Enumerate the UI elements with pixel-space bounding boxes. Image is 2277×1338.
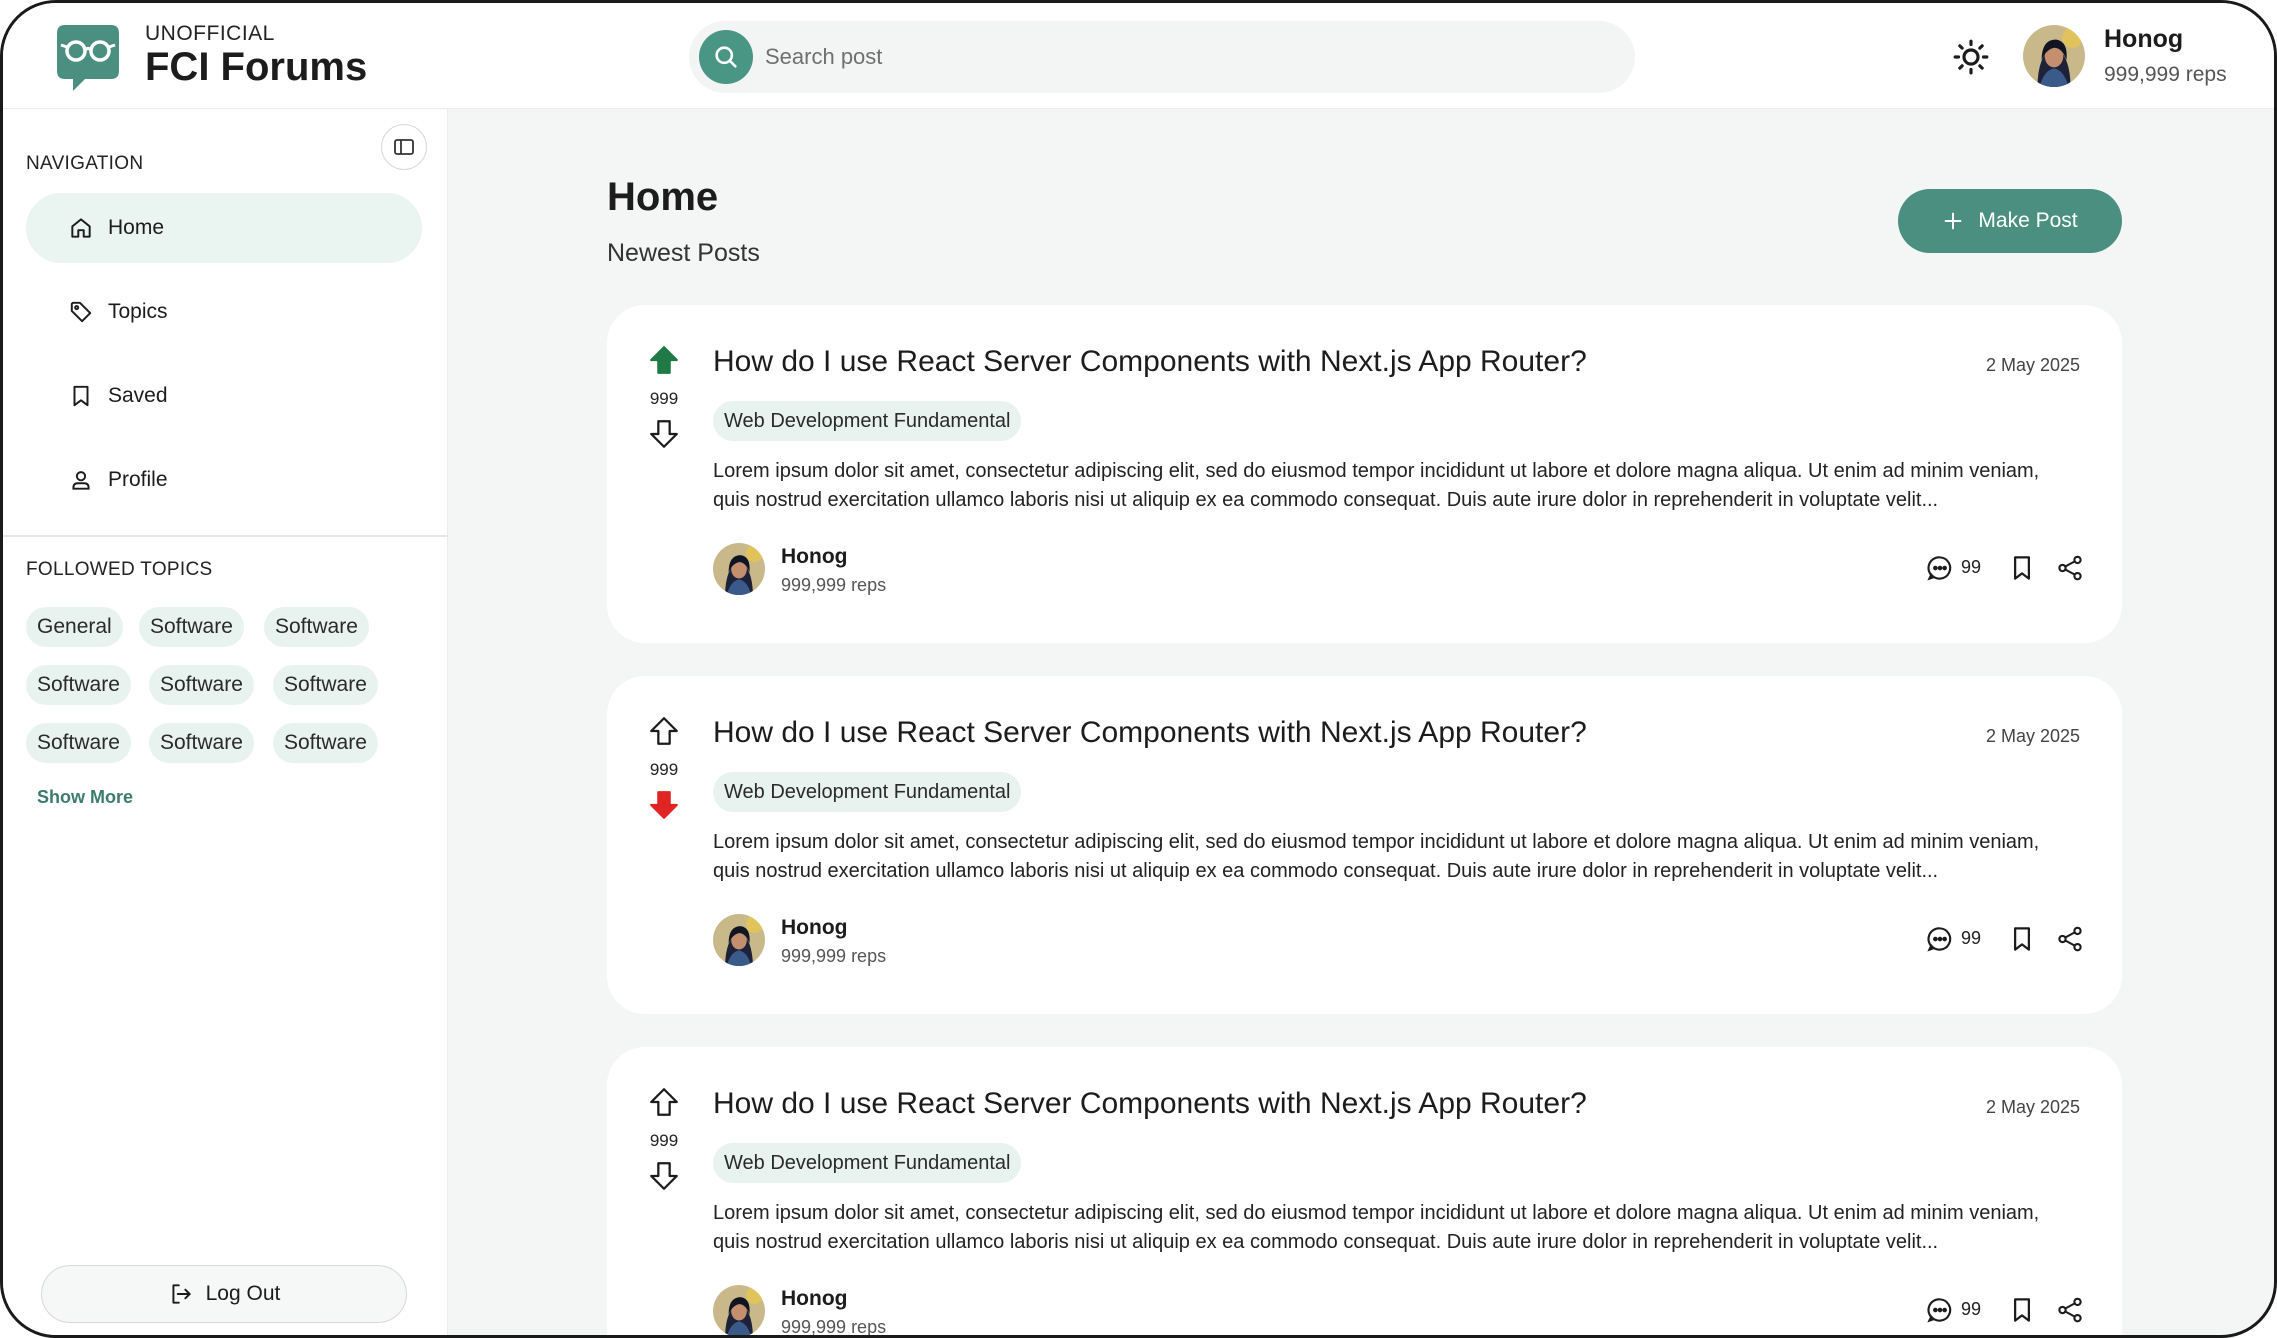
post-title[interactable]: How do I use React Server Components wit… (713, 345, 1587, 379)
topic-chip[interactable]: Software (273, 665, 378, 705)
post-date: 2 May 2025 (1985, 726, 2080, 746)
logout-button[interactable]: Log Out (41, 1265, 407, 1323)
logout-label: Log Out (205, 1282, 281, 1305)
author-name[interactable]: Honog (781, 1287, 847, 1311)
topic-chip[interactable]: Software (264, 607, 369, 647)
sidebar-divider (3, 535, 448, 537)
post-title[interactable]: How do I use React Server Components wit… (713, 716, 1587, 750)
forum-logo-icon[interactable] (55, 23, 121, 93)
sidebar: NAVIGATION Home Topics Saved Profile FOL… (3, 109, 448, 1335)
post-topic-tag[interactable]: Web Development Fundamental (713, 1143, 1022, 1183)
sidebar-item-topics[interactable]: Topics (26, 277, 422, 347)
topic-chip[interactable]: General (26, 607, 123, 647)
vote-count: 999 (649, 389, 679, 408)
author-reputation: 999,999 reps (781, 946, 887, 966)
post-card[interactable]: 999 How do I use React Server Components… (607, 1047, 2122, 1337)
search-input[interactable] (765, 21, 1605, 93)
sidebar-toggle-icon (394, 139, 414, 155)
comment-icon[interactable] (1925, 1295, 1955, 1325)
vote-count: 999 (649, 1131, 679, 1150)
navigation-title: NAVIGATION (26, 153, 144, 174)
tag-icon (70, 301, 92, 323)
page-subtitle: Newest Posts (607, 239, 760, 267)
author-name[interactable]: Honog (781, 916, 847, 940)
bookmark-icon[interactable] (2007, 924, 2037, 954)
sun-icon[interactable] (1951, 37, 1991, 77)
post-topic-tag[interactable]: Web Development Fundamental (713, 772, 1022, 812)
search-button[interactable] (699, 30, 753, 84)
page-title: Home (607, 175, 719, 219)
author-avatar[interactable] (713, 543, 765, 595)
collapse-sidebar-button[interactable] (381, 124, 427, 170)
user-reputation: 999,999 reps (2104, 63, 2227, 86)
make-post-label: Make Post (1978, 209, 2078, 232)
share-icon[interactable] (2055, 1295, 2085, 1325)
sidebar-item-home[interactable]: Home (26, 193, 422, 263)
comment-count: 99 (1961, 557, 1982, 577)
post-title[interactable]: How do I use React Server Components wit… (713, 1087, 1587, 1121)
vote-count: 999 (649, 760, 679, 779)
topic-chip[interactable]: Software (149, 723, 254, 763)
downvote-arrow-icon[interactable] (647, 788, 681, 822)
comment-icon[interactable] (1925, 553, 1955, 583)
author-name[interactable]: Honog (781, 545, 847, 569)
post-date: 2 May 2025 (1985, 355, 2080, 375)
upvote-arrow-icon[interactable] (647, 1085, 681, 1119)
top-header: UNOFFICIAL FCI Forums Honog (3, 3, 2274, 109)
author-reputation: 999,999 reps (781, 1317, 887, 1337)
share-icon[interactable] (2055, 553, 2085, 583)
bookmark-icon[interactable] (2007, 553, 2037, 583)
search-bar (689, 21, 1635, 93)
sidebar-item-label: Saved (108, 384, 168, 407)
sidebar-item-label: Profile (108, 468, 168, 491)
post-excerpt: Lorem ipsum dolor sit amet, consectetur … (713, 831, 2040, 882)
sidebar-item-saved[interactable]: Saved (26, 361, 422, 431)
bookmark-icon (73, 385, 89, 407)
topic-chip[interactable]: Software (139, 607, 244, 647)
post-excerpt: Lorem ipsum dolor sit amet, consectetur … (713, 1202, 2040, 1253)
topic-chip[interactable]: Software (26, 665, 131, 705)
downvote-arrow-icon[interactable] (647, 417, 681, 451)
sidebar-item-label: Home (108, 216, 165, 239)
share-icon[interactable] (2055, 924, 2085, 954)
downvote-arrow-icon[interactable] (647, 1159, 681, 1193)
user-avatar[interactable] (2023, 25, 2085, 87)
author-avatar[interactable] (713, 1285, 765, 1335)
plus-icon (1945, 212, 1962, 230)
author-avatar[interactable] (713, 914, 765, 966)
post-topic-tag[interactable]: Web Development Fundamental (713, 401, 1022, 441)
topic-chip[interactable]: Software (26, 723, 131, 763)
topic-chip[interactable]: Software (273, 723, 378, 763)
user-name[interactable]: Honog (2104, 25, 2183, 54)
post-card[interactable]: 999 How do I use React Server Components… (607, 305, 2122, 643)
upvote-arrow-icon[interactable] (647, 343, 681, 377)
user-icon (72, 471, 90, 490)
topic-chip[interactable]: Software (149, 665, 254, 705)
app-window: UNOFFICIAL FCI Forums Honog (0, 0, 2277, 1338)
logo-title[interactable]: FCI Forums (145, 45, 367, 90)
upvote-arrow-icon[interactable] (647, 714, 681, 748)
post-date: 2 May 2025 (1985, 1097, 2080, 1117)
search-icon (715, 46, 737, 68)
sidebar-item-profile[interactable]: Profile (26, 445, 422, 515)
logo-subtitle: UNOFFICIAL (145, 22, 275, 45)
followed-topics-title: FOLLOWED TOPICS (26, 559, 213, 580)
bookmark-icon[interactable] (2007, 1295, 2037, 1325)
sidebar-item-label: Topics (108, 300, 168, 323)
author-reputation: 999,999 reps (781, 575, 887, 595)
comment-icon[interactable] (1925, 924, 1955, 954)
make-post-button[interactable]: Make Post (1898, 189, 2122, 253)
show-more-link[interactable]: Show More (37, 787, 133, 808)
post-card[interactable]: 999 How do I use React Server Components… (607, 676, 2122, 1014)
comment-count: 99 (1961, 1299, 1982, 1319)
home-icon (71, 218, 91, 238)
logout-icon (172, 1284, 191, 1304)
post-excerpt: Lorem ipsum dolor sit amet, consectetur … (713, 460, 2040, 511)
comment-count: 99 (1961, 928, 1982, 948)
